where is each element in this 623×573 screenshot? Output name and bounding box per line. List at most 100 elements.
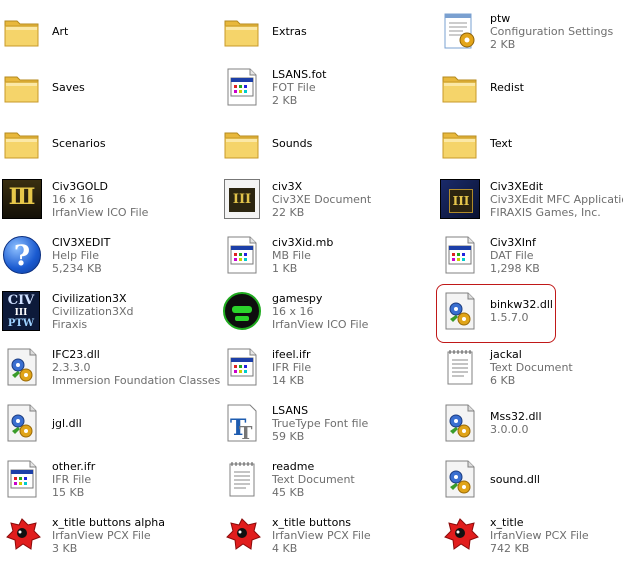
folder-icon: [440, 67, 480, 107]
file-type: 16 x 16: [52, 192, 94, 206]
file-name: ifeel.ifr: [272, 347, 311, 361]
file-name: x_title: [490, 515, 524, 529]
file-item-other-ifr[interactable]: other.ifr IFR File 15 KB: [2, 451, 95, 507]
file-detail: Immersion Foundation Classes: [52, 373, 221, 387]
help-file-icon: ?: [2, 235, 42, 275]
file-detail: 6 KB: [490, 373, 516, 387]
file-item-jackal[interactable]: jackal Text Document 6 KB: [440, 339, 573, 395]
file-item-saves[interactable]: Saves: [2, 59, 85, 115]
file-type: Civ3XE Document: [272, 192, 372, 206]
file-type: IrfanView PCX File: [52, 528, 151, 542]
text-document-icon: [222, 459, 262, 499]
file-item-civ3x[interactable]: III civ3X Civ3XE Document 22 KB: [222, 171, 371, 227]
folder-icon: [440, 123, 480, 163]
civ-ptw-icon: CIV III PTW: [2, 291, 42, 331]
file-name: Saves: [52, 80, 85, 94]
file-item-civ3xid-mb[interactable]: civ3Xid.mb MB File 1 KB: [222, 227, 333, 283]
file-type: 3.0.0.0: [490, 423, 529, 436]
file-item-ifc23-dll[interactable]: IFC23.dll 2.3.3.0 Immersion Foundation Cl…: [2, 339, 220, 395]
dll-gear-icon: [440, 403, 480, 443]
generic-file-icon: [222, 235, 262, 275]
truetype-font-icon: TT: [222, 403, 262, 443]
file-item-lsans-fot[interactable]: LSANS.fot FOT File 2 KB: [222, 59, 326, 115]
file-type: IrfanView PCX File: [272, 528, 371, 542]
folder-icon: [2, 123, 42, 163]
file-name: CIV3XEDIT: [52, 235, 111, 249]
svg-text:T: T: [239, 423, 253, 443]
file-item-civ3gold[interactable]: Ⅲ Civ3GOLD 16 x 16 IrfanView ICO File: [2, 171, 148, 227]
folder-icon: [2, 67, 42, 107]
file-detail: 1 KB: [272, 261, 298, 275]
file-name: Sounds: [272, 136, 313, 150]
file-item-sounds[interactable]: Sounds: [222, 115, 312, 171]
file-detail: FIRAXIS Games, Inc.: [490, 205, 601, 219]
irfanview-pcx-icon: [2, 515, 42, 555]
file-detail: 2 KB: [490, 37, 516, 51]
folder-icon: [222, 123, 262, 163]
file-item-civ3xedit[interactable]: III Civ3XEdit Civ3XEdit MFC Application F…: [440, 171, 623, 227]
file-name: jackal: [490, 347, 522, 361]
file-item-extras[interactable]: Extras: [222, 3, 307, 59]
dll-gear-icon: [440, 459, 480, 499]
file-type: DAT File: [490, 248, 534, 262]
generic-file-icon: [222, 347, 262, 387]
file-detail: IrfanView ICO File: [52, 205, 149, 219]
file-detail: 4 KB: [272, 541, 298, 555]
file-detail: IrfanView ICO File: [272, 317, 369, 331]
file-type: 2.3.3.0: [52, 360, 91, 374]
civ3x-document-icon: III: [222, 179, 262, 219]
file-name: x_title buttons alpha: [52, 515, 166, 529]
file-item-redist[interactable]: Redist: [440, 59, 524, 115]
file-item-lsans[interactable]: TT LSANS TrueType Font file 59 KB: [222, 395, 368, 451]
file-name: LSANS: [272, 403, 309, 417]
file-item-art[interactable]: Art: [2, 3, 68, 59]
file-detail: 14 KB: [272, 373, 305, 387]
file-detail: 5,234 KB: [52, 261, 102, 275]
file-detail: 2 KB: [272, 93, 298, 107]
highlight-ring: [436, 284, 556, 343]
file-detail: Firaxis: [52, 317, 88, 331]
file-detail: 15 KB: [52, 485, 85, 499]
file-detail: 742 KB: [490, 541, 530, 555]
file-item-gamespy[interactable]: gamespy 16 x 16 IrfanView ICO File: [222, 283, 368, 339]
file-item-ptw[interactable]: ptw Configuration Settings 2 KB: [440, 3, 613, 59]
file-name: civ3Xid.mb: [272, 235, 334, 249]
file-type: Text Document: [272, 472, 355, 486]
file-name: LSANS.fot: [272, 67, 327, 81]
file-type: Text Document: [490, 360, 573, 374]
generic-file-icon: [2, 459, 42, 499]
file-name: Civ3GOLD: [52, 179, 109, 193]
gamespy-icon: [222, 291, 262, 331]
file-type: Civ3XEdit MFC Application: [490, 192, 623, 206]
file-type: Civilization3Xd: [52, 304, 134, 318]
file-item-readme[interactable]: readme Text Document 45 KB: [222, 451, 355, 507]
file-item-civ3xinf[interactable]: Civ3XInf DAT File 1,298 KB: [440, 227, 540, 283]
file-item-civ3xedit[interactable]: ? CIV3XEDIT Help File 5,234 KB: [2, 227, 110, 283]
file-item-civilization3x[interactable]: CIV III PTW Civilization3X Civilization3Xd…: [2, 283, 134, 339]
file-name: Civilization3X: [52, 291, 127, 305]
file-name: Extras: [272, 24, 307, 38]
file-name: civ3X: [272, 179, 303, 193]
file-name: jgl.dll: [52, 416, 82, 430]
file-detail: 3 KB: [52, 541, 78, 555]
civ3x-editor-icon: III: [440, 179, 480, 219]
file-item-x-title-buttons-alpha[interactable]: x_title buttons alpha IrfanView PCX File…: [2, 507, 165, 563]
file-name: Civ3XInf: [490, 235, 536, 249]
file-item-jgl-dll[interactable]: jgl.dll: [2, 395, 82, 451]
file-name: Art: [52, 24, 69, 38]
file-name: Text: [490, 136, 513, 150]
file-type: FOT File: [272, 80, 316, 94]
file-item-ifeel-ifr[interactable]: ifeel.ifr IFR File 14 KB: [222, 339, 311, 395]
generic-file-icon: [222, 67, 262, 107]
file-item-mss32-dll[interactable]: Mss32.dll 3.0.0.0: [440, 395, 542, 451]
file-name: sound.dll: [490, 472, 540, 486]
file-type: Configuration Settings: [490, 24, 614, 38]
file-item-text[interactable]: Text: [440, 115, 512, 171]
file-type: IFR File: [52, 472, 92, 486]
file-item-scenarios[interactable]: Scenarios: [2, 115, 106, 171]
file-detail: 1,298 KB: [490, 261, 540, 275]
file-item-x-title[interactable]: x_title IrfanView PCX File 742 KB: [440, 507, 589, 563]
file-type: Help File: [52, 248, 99, 262]
file-item-sound-dll[interactable]: sound.dll: [440, 451, 540, 507]
file-item-x-title-buttons[interactable]: x_title buttons IrfanView PCX File 4 KB: [222, 507, 371, 563]
